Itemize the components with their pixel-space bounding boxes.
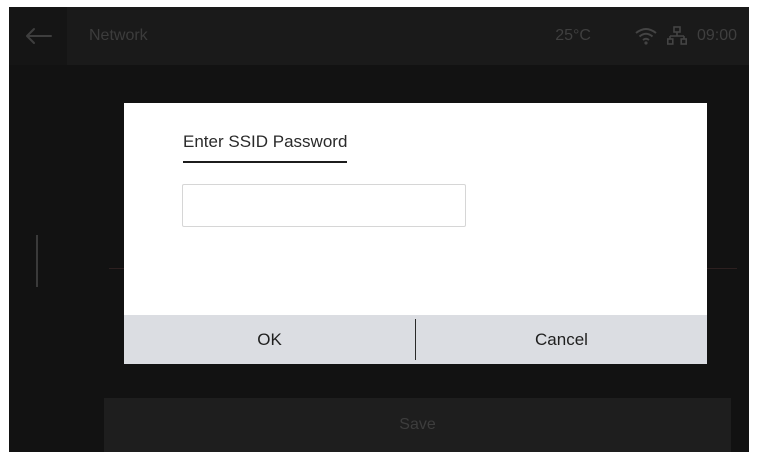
- ethernet-icon: [666, 26, 687, 45]
- page-title: Network: [89, 27, 148, 44]
- dialog-title: Enter SSID Password: [183, 132, 348, 163]
- ok-button[interactable]: OK: [124, 315, 415, 364]
- wifi-icon: [635, 28, 657, 45]
- temperature-readout: 25°C: [555, 27, 591, 44]
- back-button[interactable]: [9, 7, 67, 65]
- device-screen: Network 25°C 09:00 Save Enter SSID Passw…: [9, 7, 749, 452]
- arrow-left-icon: [26, 28, 52, 44]
- top-bar: Network 25°C 09:00: [9, 7, 749, 65]
- password-input[interactable]: [182, 184, 466, 227]
- background-scroll-indicator: [36, 235, 38, 287]
- dialog-actions: OK Cancel: [124, 315, 707, 364]
- status-area: 25°C 09:00: [555, 7, 737, 65]
- save-button[interactable]: Save: [104, 398, 731, 452]
- password-dialog: Enter SSID Password OK Cancel: [124, 103, 707, 364]
- clock: 09:00: [696, 27, 737, 44]
- cancel-button[interactable]: Cancel: [416, 315, 707, 364]
